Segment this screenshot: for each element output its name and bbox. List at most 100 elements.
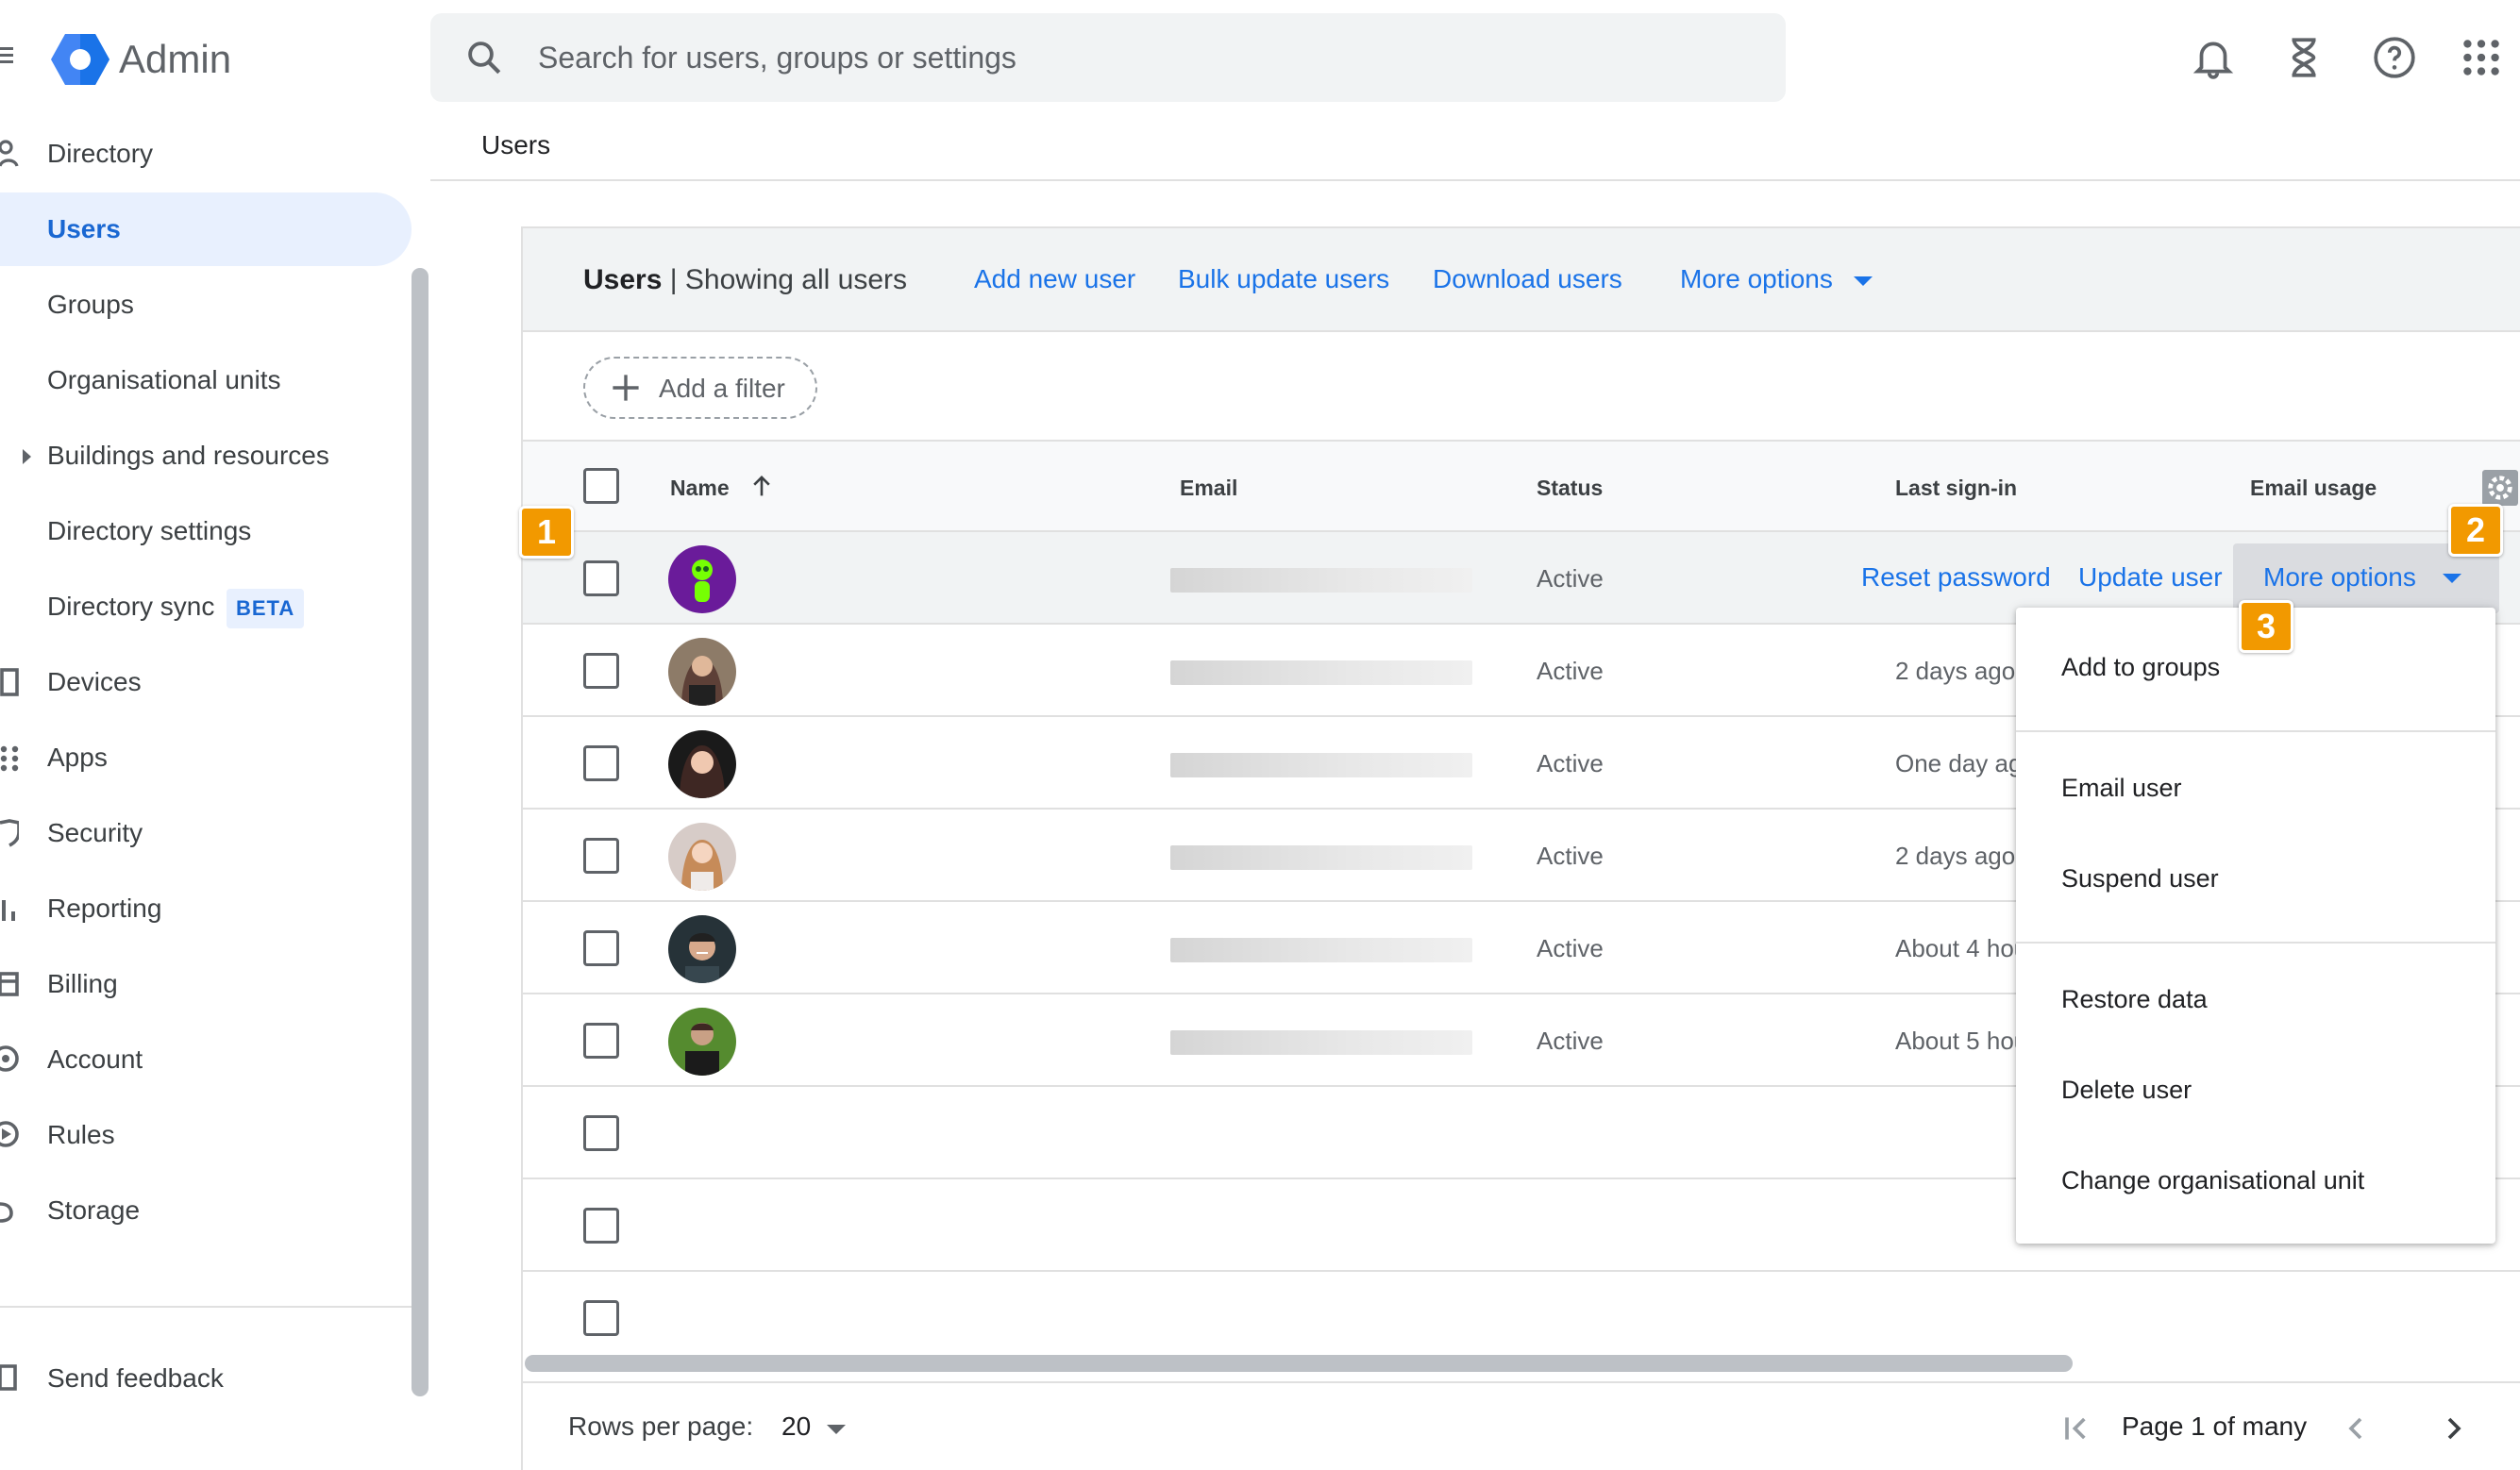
breadcrumb[interactable]: Users [481,130,550,160]
sidebar-item-directory-sync[interactable]: Directory sync BETA [0,570,412,643]
row-checkbox[interactable] [583,838,619,874]
row-checkbox[interactable] [583,745,619,781]
chevron-down-icon[interactable] [827,1425,846,1434]
avatar[interactable] [668,1008,736,1076]
last-signin-text: About 5 hours ago [1895,1027,2024,1055]
sidebar-item-security[interactable]: Security [0,796,412,870]
sidebar-item-storage[interactable]: Storage [0,1174,412,1247]
panel-header: Users | Showing all users Add new user B… [523,228,2520,332]
row-checkbox[interactable] [583,1023,619,1059]
sidebar-item-label: Apps [47,743,108,772]
add-filter-button[interactable]: Add a filter [583,357,817,419]
sidebar-item-groups[interactable]: Groups [0,268,412,342]
menu-item-email-user[interactable]: Email user [2061,774,2182,803]
sidebar-item-label: Organisational units [47,365,281,394]
beta-badge: BETA [227,589,305,628]
row-checkbox[interactable] [583,1208,619,1244]
sidebar-item-users[interactable]: Users [0,192,412,266]
app-title[interactable]: Admin [119,32,231,87]
sidebar-item-reporting[interactable]: Reporting [0,872,412,945]
sidebar-item-label: Groups [47,290,134,319]
more-options-label: More options [1680,264,1833,293]
sidebar-item-organisational-units[interactable]: Organisational units [0,343,412,417]
sidebar-item-label: Rules [47,1120,115,1149]
row-checkbox[interactable] [583,653,619,689]
feedback-icon [0,1364,17,1391]
hourglass-icon[interactable] [2280,34,2327,81]
status-text: Active [1537,749,1604,777]
first-page-icon[interactable] [2058,1410,2095,1447]
row-checkbox[interactable] [583,560,619,596]
avatar[interactable] [668,638,736,706]
column-header-last-signin[interactable]: Last sign-in [1895,476,2017,501]
column-header-status[interactable]: Status [1537,476,1603,501]
row-checkbox[interactable] [583,1115,619,1151]
help-icon[interactable] [2371,34,2418,81]
reset-password-button[interactable]: Reset password [1861,562,2051,593]
avatar[interactable] [668,545,736,613]
sidebar-item-directory[interactable]: Directory [0,117,412,191]
update-user-button[interactable]: Update user [2078,562,2223,593]
menu-icon[interactable] [0,43,17,72]
expand-icon[interactable] [23,449,31,464]
avatar[interactable] [668,730,736,798]
add-new-user-button[interactable]: Add new user [974,264,1135,294]
sidebar-item-apps[interactable]: Apps [0,721,412,794]
sidebar-item-directory-settings[interactable]: Directory settings [0,494,412,568]
column-header-email-usage[interactable]: Email usage [2250,476,2377,501]
sort-arrow-up-icon[interactable] [749,474,774,498]
sidebar-scrollbar[interactable] [412,268,428,1396]
apps-icon [0,745,19,772]
select-all-checkbox[interactable] [583,468,619,504]
sidebar-item-devices[interactable]: Devices [0,645,412,719]
last-signin-text: 2 days ago [1895,657,2016,685]
sidebar-item-label: Security [47,818,143,847]
sidebar-item-account[interactable]: Account [0,1023,412,1096]
download-users-button[interactable]: Download users [1433,264,1622,294]
bulk-update-users-button[interactable]: Bulk update users [1178,264,1389,294]
rules-icon [0,1121,19,1147]
send-feedback-label: Send feedback [47,1363,224,1393]
sidebar-item-label: Storage [47,1195,141,1225]
send-feedback[interactable]: Send feedback [0,1342,412,1415]
shield-icon [0,819,19,847]
menu-item-add-to-groups[interactable]: Add to groups [2061,653,2220,682]
sidebar-item-label: Devices [47,667,142,696]
add-filter-label: Add a filter [659,374,785,403]
sidebar-item-rules[interactable]: Rules [0,1098,412,1172]
avatar[interactable] [668,915,736,983]
status-text: Active [1537,1027,1604,1055]
column-header-name[interactable]: Name [670,476,770,501]
table-row[interactable] [523,1272,2520,1364]
status-text: Active [1537,934,1604,962]
menu-item-change-org-unit[interactable]: Change organisational unit [2061,1166,2364,1195]
rows-per-page-select[interactable]: 20 [781,1412,811,1442]
menu-item-restore-data[interactable]: Restore data [2061,985,2208,1014]
sidebar-item-buildings[interactable]: Buildings and resources [0,419,412,493]
apps-grid-icon[interactable] [2458,34,2505,81]
search-box[interactable] [430,13,1786,102]
column-header-email[interactable]: Email [1180,476,1237,501]
avatar[interactable] [668,823,736,891]
previous-page-icon[interactable] [2337,1410,2375,1447]
search-input[interactable] [538,30,1746,85]
breadcrumb-divider [430,179,2520,181]
menu-item-delete-user[interactable]: Delete user [2061,1076,2192,1105]
person-icon [0,140,19,167]
sidebar-item-billing[interactable]: Billing [0,947,412,1021]
status-text: Active [1537,842,1604,870]
status-text: Active [1537,657,1604,685]
device-icon [0,668,19,696]
more-options-menu: Add to groups Email user Suspend user Re… [2016,608,2495,1244]
email-redacted [1170,1030,1472,1055]
cloud-icon [0,1202,13,1223]
next-page-icon[interactable] [2435,1410,2473,1447]
gear-icon[interactable] [2482,470,2518,506]
row-checkbox[interactable] [583,1300,619,1336]
bell-icon[interactable] [2190,34,2237,81]
email-redacted [1170,845,1472,870]
more-options-button[interactable]: More options [1680,264,1873,294]
row-checkbox[interactable] [583,930,619,966]
horizontal-scrollbar[interactable] [525,1355,2073,1372]
menu-item-suspend-user[interactable]: Suspend user [2061,864,2219,894]
